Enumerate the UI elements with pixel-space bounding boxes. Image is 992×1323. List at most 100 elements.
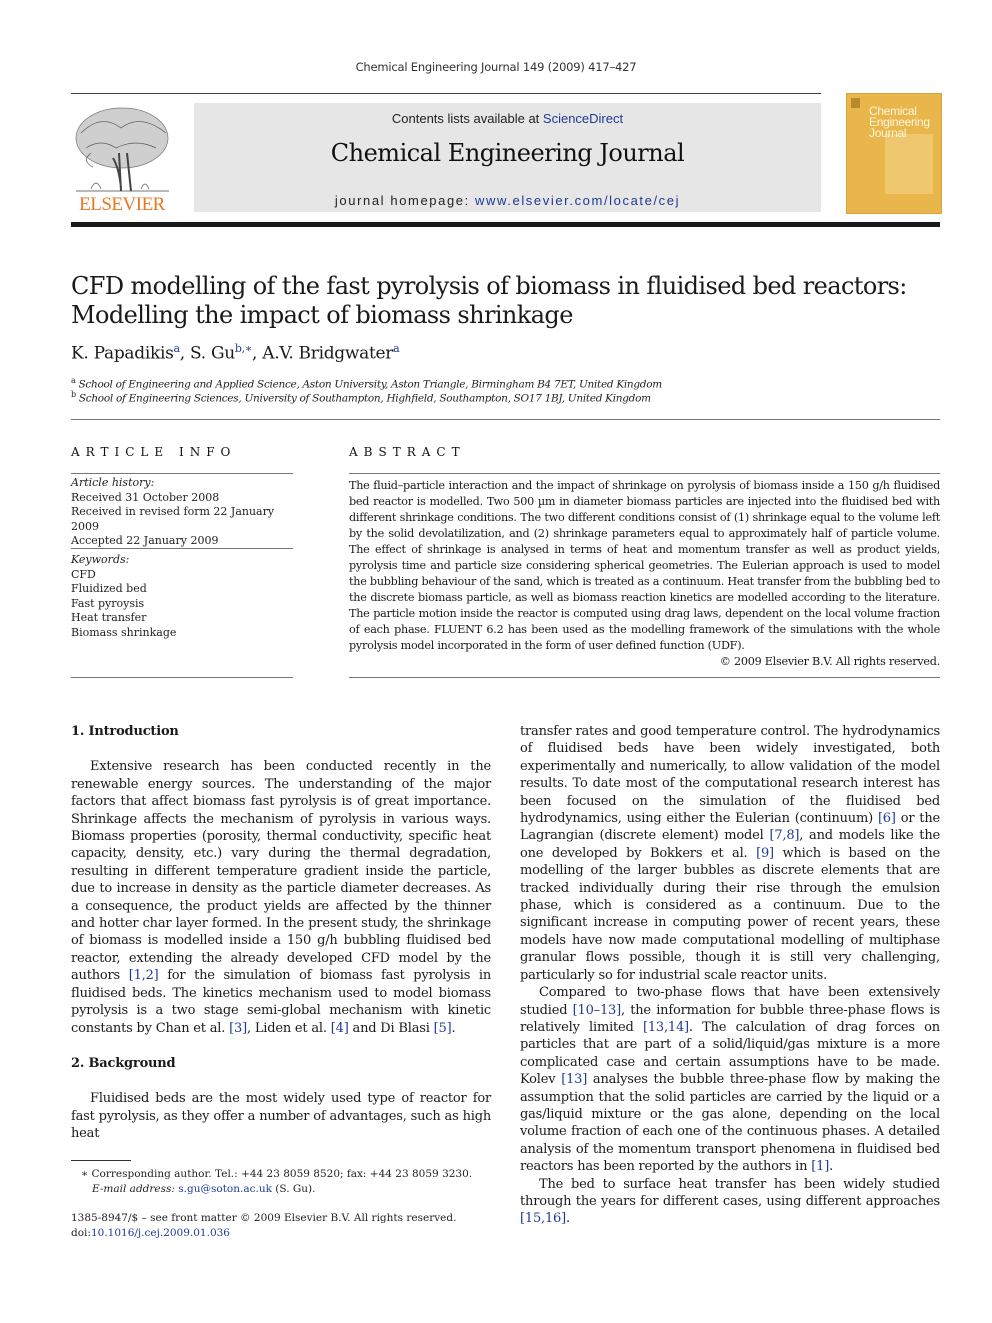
homepage-label: journal homepage: xyxy=(334,193,476,208)
email-link[interactable]: s.gu@soton.ac.uk xyxy=(178,1183,272,1195)
body-column-left: 1. Introduction Extensive research has b… xyxy=(71,723,491,1143)
reference-link[interactable]: [9] xyxy=(756,846,774,861)
article-info-label: ARTICLE INFO xyxy=(71,445,237,459)
header-thick-rule xyxy=(71,222,940,227)
paragraph: The bed to surface heat transfer has bee… xyxy=(520,1176,940,1228)
cover-panel xyxy=(885,134,933,194)
journal-cover[interactable]: Chemical Engineering Journal xyxy=(846,93,942,214)
divider xyxy=(349,677,940,678)
abstract-copyright: © 2009 Elsevier B.V. All rights reserved… xyxy=(719,655,941,668)
history-item: Received in revised form 22 January 2009 xyxy=(71,505,275,533)
footnote-corresponding: ∗ Corresponding author. Tel.: +44 23 805… xyxy=(71,1167,501,1197)
text: , Liden et al. xyxy=(246,1020,331,1036)
abstract-text: The fluid–particle interaction and the i… xyxy=(349,479,940,652)
affiliation-mark: b xyxy=(71,390,76,399)
email-suffix: (S. Gu). xyxy=(271,1183,316,1195)
abstract-body: The fluid–particle interaction and the i… xyxy=(349,478,940,670)
keyword: Fluidized bed xyxy=(71,582,147,595)
reference-link[interactable]: [15,16] xyxy=(520,1211,566,1226)
affiliation: a School of Engineering and Applied Scie… xyxy=(71,376,662,391)
paragraph: Compared to two-phase flows that have be… xyxy=(520,984,940,1175)
author-list: K. Papadikisa, S. Gub,∗, A.V. Bridgwater… xyxy=(71,342,400,364)
text: Extensive research has been conducted re… xyxy=(71,759,491,984)
header-rule xyxy=(71,93,821,94)
journal-homepage: journal homepage: www.elsevier.com/locat… xyxy=(194,193,821,208)
author-name[interactable]: K. Papadikis xyxy=(71,344,174,364)
reference-link[interactable]: [13] xyxy=(561,1072,587,1087)
title-line-1: CFD modelling of the fast pyrolysis of b… xyxy=(71,272,907,300)
text: . xyxy=(451,1020,456,1036)
journal-title: Chemical Engineering Journal xyxy=(330,139,685,167)
title-line-2: Modelling the impact of biomass shrinkag… xyxy=(71,301,573,329)
history-item: Received 31 October 2008 xyxy=(71,490,220,504)
author-name[interactable]: S. Gu xyxy=(190,344,235,364)
section-heading-introduction: 1. Introduction xyxy=(71,724,179,739)
divider xyxy=(71,419,940,420)
reference-link[interactable]: [7,8] xyxy=(769,828,799,843)
paragraph: Extensive research has been conducted re… xyxy=(71,758,491,1037)
reference-link[interactable]: [1] xyxy=(811,1159,829,1174)
author-affil-mark[interactable]: a xyxy=(174,342,181,355)
homepage-link[interactable]: www.elsevier.com/locate/cej xyxy=(475,193,680,208)
journal-citation: Chemical Engineering Journal 149 (2009) … xyxy=(355,60,637,74)
contents-prefix: Contents lists available at xyxy=(391,111,543,126)
reference-link[interactable]: [5] xyxy=(434,1021,452,1036)
email-label: E-mail address: xyxy=(92,1183,179,1195)
footnote-issn: 1385-8947/$ – see front matter © 2009 El… xyxy=(71,1211,501,1241)
text: which is based on the modelling of the l… xyxy=(520,845,941,983)
text: analyses the bubble three-phase flow by … xyxy=(520,1072,940,1175)
reference-link[interactable]: [10–13] xyxy=(573,1003,622,1018)
keyword: Biomass shrinkage xyxy=(71,625,177,639)
history-item: Accepted 22 January 2009 xyxy=(71,534,219,547)
text: . xyxy=(565,1211,570,1227)
affiliation-text: School of Engineering and Applied Scienc… xyxy=(78,378,663,391)
keywords-label: Keywords: xyxy=(71,553,130,566)
affiliation-text: School of Engineering Sciences, Universi… xyxy=(78,392,651,405)
email-line: E-mail address: s.gu@soton.ac.uk (S. Gu)… xyxy=(71,1182,501,1197)
author-name[interactable]: A.V. Bridgwater xyxy=(262,344,393,364)
journal-banner: Contents lists available at ScienceDirec… xyxy=(194,103,821,212)
reference-link[interactable]: [4] xyxy=(331,1021,349,1036)
issn-line: 1385-8947/$ – see front matter © 2009 El… xyxy=(71,1212,457,1224)
abstract-label: ABSTRACT xyxy=(349,445,466,459)
text: The bed to surface heat transfer has bee… xyxy=(520,1176,940,1209)
divider xyxy=(349,473,940,474)
reference-link[interactable]: [1,2] xyxy=(129,968,159,983)
doi-label: doi: xyxy=(71,1227,91,1239)
divider xyxy=(71,473,293,474)
text: and Di Blasi xyxy=(348,1020,434,1036)
affiliation-mark: a xyxy=(71,376,76,385)
keyword: CFD xyxy=(71,567,96,581)
author-affil-mark[interactable]: b,∗ xyxy=(235,342,252,355)
contents-line: Contents lists available at ScienceDirec… xyxy=(194,111,821,126)
paragraph: Fluidised beds are the most widely used … xyxy=(71,1091,491,1142)
elsevier-wordmark: ELSEVIER xyxy=(79,194,166,213)
elsevier-logo[interactable]: ELSEVIER xyxy=(71,103,174,215)
keyword: Heat transfer xyxy=(71,611,147,624)
article-title: CFD modelling of the fast pyrolysis of b… xyxy=(71,272,931,330)
sciencedirect-link[interactable]: ScienceDirect xyxy=(543,111,623,126)
article-history: Article history: Received 31 October 200… xyxy=(71,476,293,549)
cover-publisher-icon xyxy=(851,98,860,108)
cover-title: Chemical Engineering Journal xyxy=(869,105,930,140)
reference-link[interactable]: [3] xyxy=(229,1021,247,1036)
body-column-right: transfer rates and good temperature cont… xyxy=(520,723,940,1228)
text: . xyxy=(829,1159,834,1175)
section-heading-background: 2. Background xyxy=(71,1055,176,1071)
doi-link[interactable]: 10.1016/j.cej.2009.01.036 xyxy=(91,1227,230,1239)
keyword: Fast pyroysis xyxy=(71,596,145,610)
doi-line: doi:10.1016/j.cej.2009.01.036 xyxy=(71,1226,501,1241)
elsevier-tree-icon: ELSEVIER xyxy=(75,107,169,215)
divider xyxy=(71,677,293,678)
cover-title-line: Journal xyxy=(869,126,907,140)
reference-link[interactable]: [6] xyxy=(878,811,896,826)
divider xyxy=(71,548,293,549)
history-label: Article history: xyxy=(71,476,155,489)
corresponding-author-note: ∗ Corresponding author. Tel.: +44 23 805… xyxy=(81,1168,473,1180)
paragraph: transfer rates and good temperature cont… xyxy=(520,723,940,984)
affiliation: b School of Engineering Sciences, Univer… xyxy=(71,390,651,405)
reference-link[interactable]: [13,14] xyxy=(643,1020,689,1035)
footnote-rule xyxy=(71,1160,131,1161)
keywords: Keywords: CFD Fluidized bed Fast pyroysi… xyxy=(71,553,293,640)
author-affil-mark: a xyxy=(393,342,400,355)
